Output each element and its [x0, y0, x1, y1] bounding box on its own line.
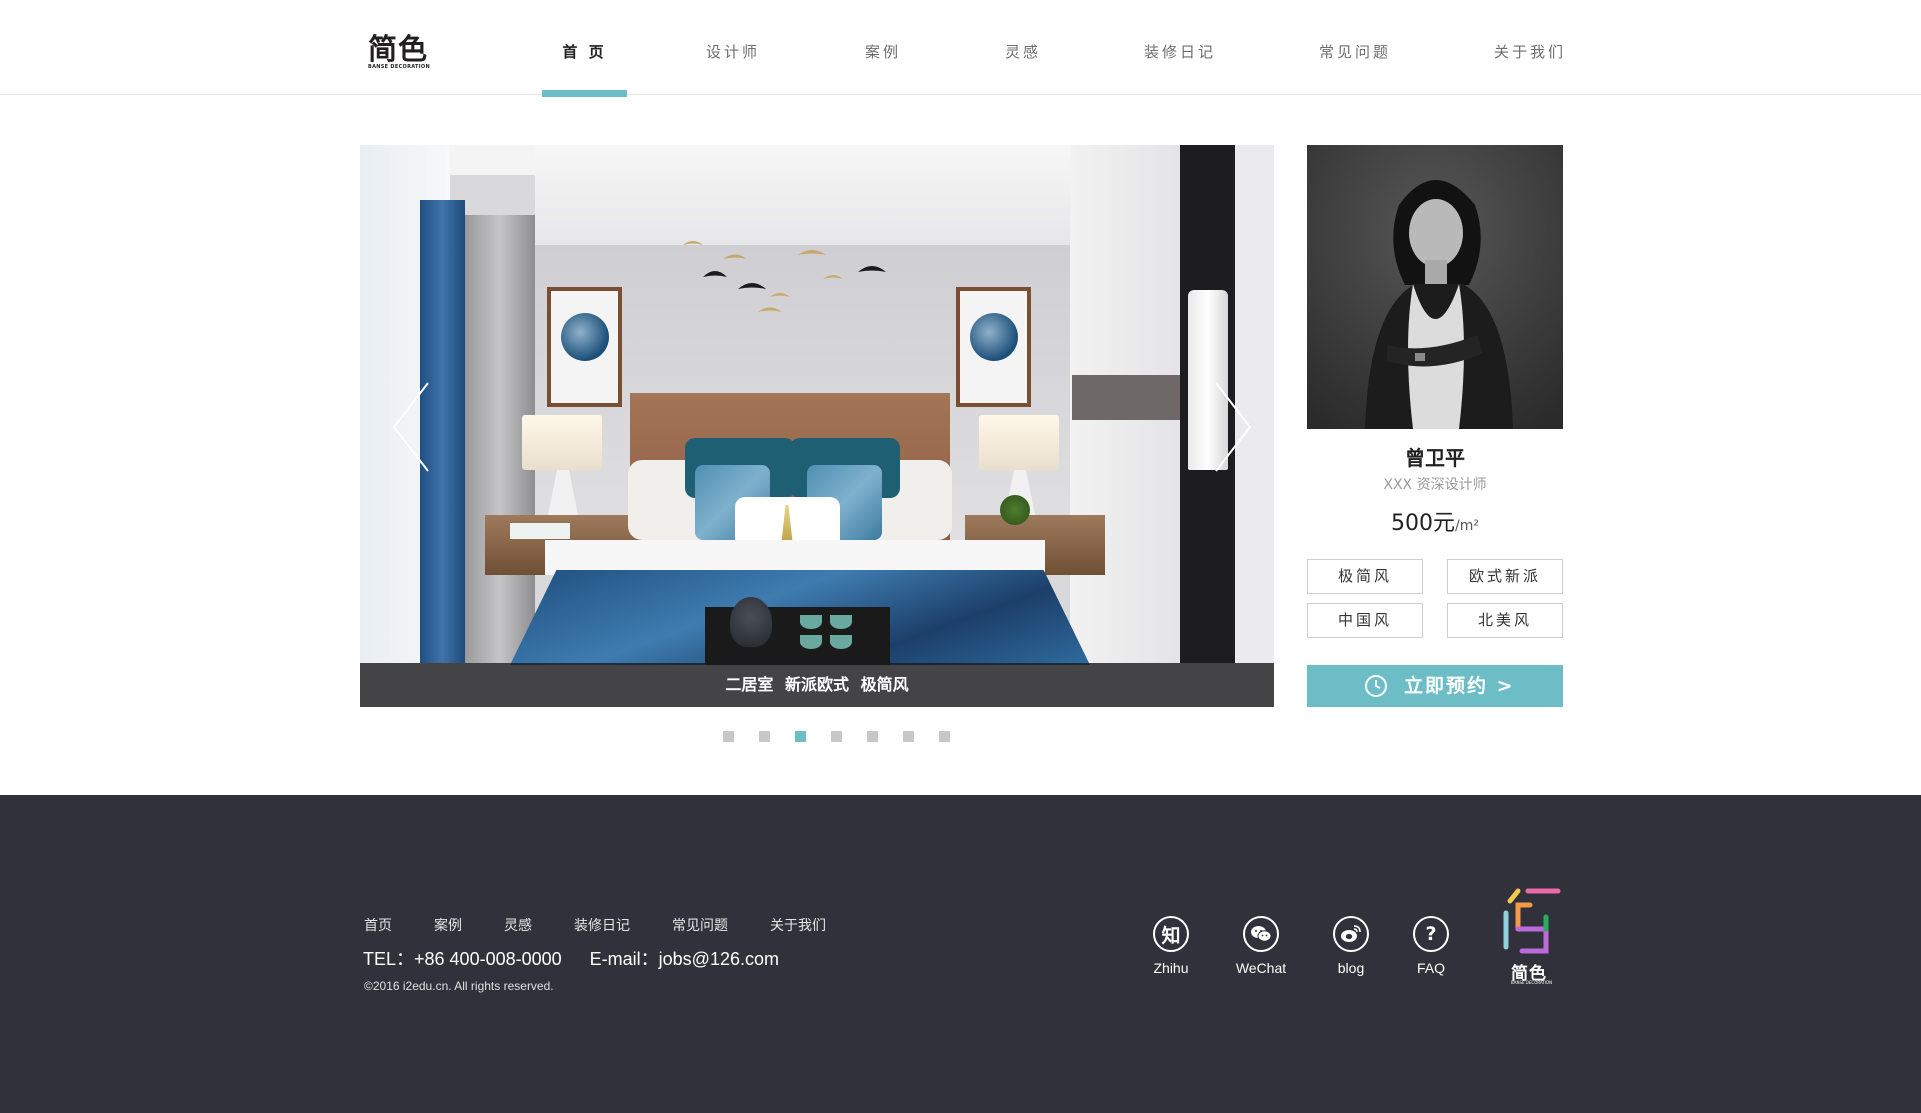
teacup	[800, 635, 822, 649]
wardrobe-band	[1072, 375, 1180, 420]
artwork-right	[956, 287, 1031, 407]
social-label: FAQ	[1416, 960, 1445, 976]
style-tag-minimal[interactable]: 极简风	[1307, 559, 1423, 594]
next-slide-button[interactable]	[1208, 377, 1260, 477]
slider-dot[interactable]	[723, 731, 734, 742]
teapot	[730, 597, 772, 647]
footer-link-about[interactable]: 关于我们	[770, 915, 826, 935]
footer-link-faq[interactable]: 常见问题	[672, 915, 728, 935]
slider-dot[interactable]	[939, 731, 950, 742]
site-header: 简色 BANSE DECORATION 首 页 设计师 案例 灵感 装修日记 常…	[0, 0, 1921, 97]
social-label: WeChat	[1235, 960, 1287, 976]
slide-caption-bar: 二居室 新派欧式 极简风	[360, 663, 1274, 707]
price-value: 500元	[1391, 511, 1456, 536]
nav-item-home[interactable]: 首 页	[542, 0, 627, 97]
site-footer: 首页 案例 灵感 装修日记 常见问题 关于我们 TEL：+86 400-008-…	[0, 795, 1921, 1113]
wechat-icon	[1243, 916, 1279, 952]
social-blog[interactable]: blog	[1316, 916, 1386, 976]
nav-item-about[interactable]: 关于我们	[1485, 0, 1575, 95]
lamp-left-shade	[522, 415, 602, 470]
teacup	[800, 615, 822, 629]
slider-dot[interactable]	[759, 731, 770, 742]
designer-price: 500元/m²	[1307, 505, 1563, 537]
nav-item-designers[interactable]: 设计师	[693, 0, 773, 95]
designer-name: 曾卫平	[1405, 446, 1465, 470]
teacup	[830, 635, 852, 649]
logo-text: 简色	[368, 32, 429, 66]
slider-dot[interactable]	[831, 731, 842, 742]
lamp-right-shade	[979, 415, 1059, 470]
social-zhihu[interactable]: 知 Zhihu	[1136, 916, 1206, 976]
designer-portrait[interactable]	[1307, 145, 1563, 429]
nav-label: 案例	[864, 43, 901, 61]
social-wechat[interactable]: WeChat	[1226, 916, 1296, 976]
bed-sheet	[545, 540, 1045, 575]
prev-slide-button[interactable]	[388, 377, 440, 477]
nav-item-diary[interactable]: 装修日记	[1135, 0, 1225, 95]
book-now-label: 立即预约 >	[1404, 675, 1515, 697]
nav-label: 常见问题	[1318, 43, 1391, 61]
footer-link-cases[interactable]: 案例	[434, 915, 462, 935]
footer-logo[interactable]: 简色 BANSE DECORATION	[1498, 887, 1562, 997]
slider-dot[interactable]	[867, 731, 878, 742]
logo-subtitle: BANSE DECORATION	[368, 64, 430, 70]
price-unit: /m²	[1455, 518, 1479, 534]
teacup	[830, 615, 852, 629]
style-tag-chinese[interactable]: 中国风	[1307, 603, 1423, 638]
hero-slider: 二居室 新派欧式 极简风	[360, 145, 1274, 707]
clock-icon	[1365, 675, 1387, 697]
slider-dot[interactable]	[903, 731, 914, 742]
site-logo[interactable]: 简色 BANSE DECORATION	[368, 34, 432, 74]
nav-label: 关于我们	[1493, 43, 1566, 61]
footer-copyright: ©2016 i2edu.cn. All rights reserved.	[364, 979, 554, 993]
logo-mark-icon	[1503, 888, 1561, 954]
footer-link-home[interactable]: 首页	[364, 915, 392, 935]
plant	[1000, 495, 1030, 525]
books	[510, 523, 570, 539]
style-tag-neo-european[interactable]: 欧式新派	[1447, 559, 1563, 594]
footer-contact: TEL：+86 400-008-0000 E-mail：jobs@126.com	[363, 945, 779, 971]
footer-email[interactable]: E-mail：jobs@126.com	[590, 949, 779, 969]
nav-label: 设计师	[705, 43, 760, 61]
chevron-left-icon	[392, 382, 429, 472]
chevron-right-icon	[1215, 382, 1252, 472]
nav-label: 首 页	[562, 43, 607, 61]
nav-label: 灵感	[1004, 43, 1041, 61]
slider-dot-active[interactable]	[795, 731, 806, 742]
slide-caption: 二居室 新派欧式 极简风	[725, 675, 909, 694]
social-faq[interactable]: ? FAQ	[1396, 916, 1466, 976]
nav-active-indicator	[542, 90, 627, 97]
social-label: blog	[1337, 960, 1365, 976]
footer-link-inspiration[interactable]: 灵感	[504, 915, 532, 935]
nav-label: 装修日记	[1143, 43, 1216, 61]
weibo-icon	[1333, 916, 1369, 952]
designer-title: XXX 资深设计师	[1383, 477, 1487, 493]
style-tag-north-american[interactable]: 北美风	[1447, 603, 1563, 638]
social-label: Zhihu	[1153, 960, 1189, 976]
footer-tel: TEL：+86 400-008-0000	[363, 949, 562, 969]
zhihu-icon: 知	[1153, 916, 1189, 952]
footer-logo-subtitle: BANSE DECORATION	[1511, 980, 1553, 985]
nav-item-cases[interactable]: 案例	[853, 0, 913, 95]
artwork-left	[547, 287, 622, 407]
nav-item-inspiration[interactable]: 灵感	[993, 0, 1053, 95]
footer-link-diary[interactable]: 装修日记	[574, 915, 630, 935]
question-icon: ?	[1413, 916, 1449, 952]
bird-decor	[678, 237, 908, 337]
book-now-button[interactable]: 立即预约 >	[1307, 665, 1563, 707]
nav-item-faq[interactable]: 常见问题	[1310, 0, 1400, 95]
slide-image	[360, 145, 1274, 707]
